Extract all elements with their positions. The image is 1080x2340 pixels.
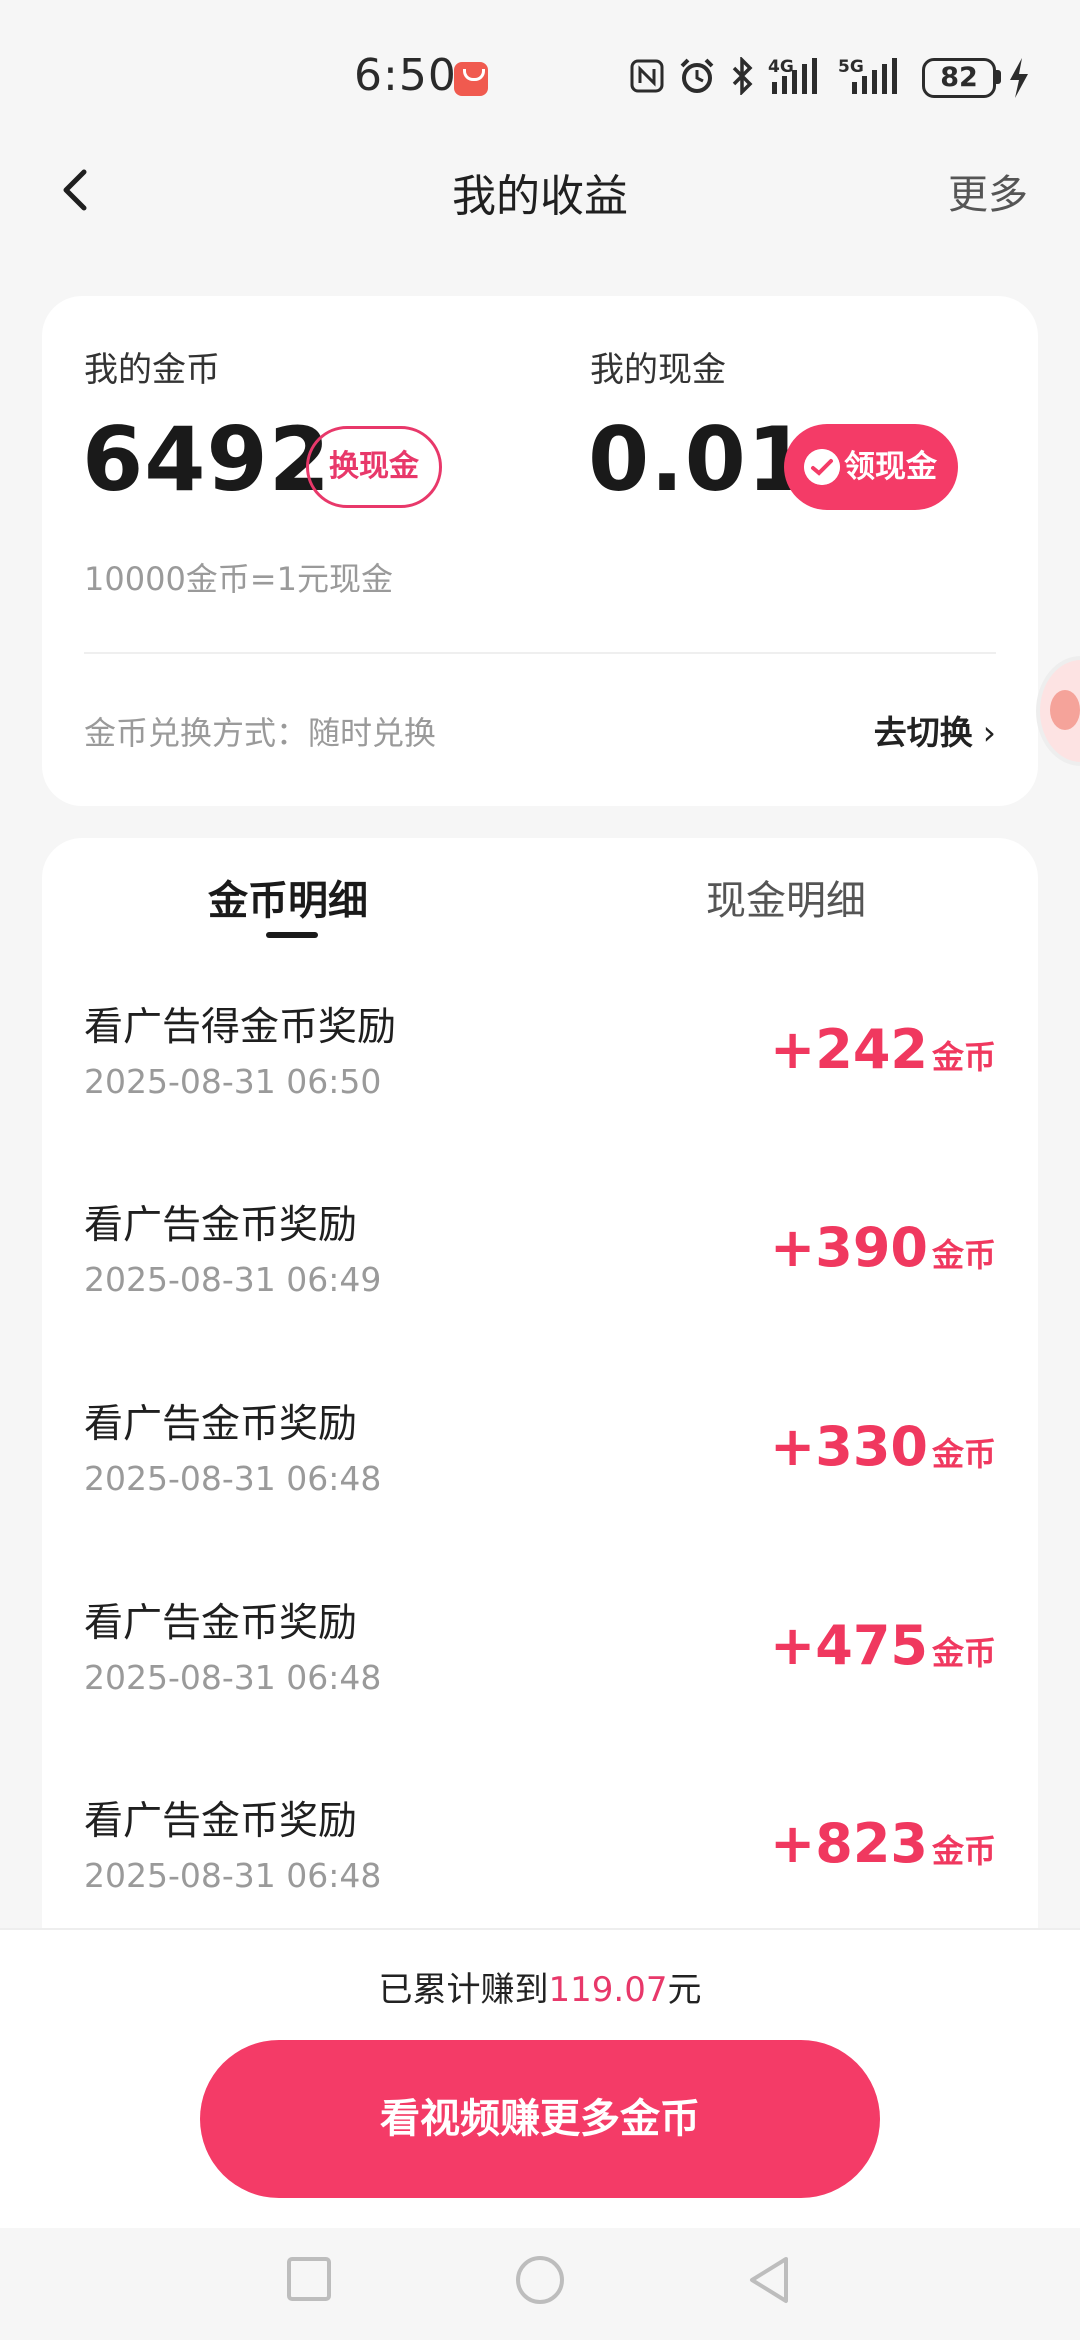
watch-video-button[interactable]: 看视频赚更多金币 [200, 2040, 880, 2198]
total-value: 119.07 [548, 1970, 668, 2010]
list-item: 看广告金币奖励 2025-08-31 06:48 +330 金币 [42, 1393, 1038, 1591]
claim-cash-label: 领现金 [844, 449, 937, 485]
record-amount: +242 金币 [770, 1018, 996, 1081]
tab-indicator [266, 932, 318, 938]
exchange-mode-text: 金币兑换方式：随时兑换 [84, 714, 437, 752]
home-icon[interactable] [514, 2254, 566, 2306]
details-card: 金币明细 现金明细 看广告得金币奖励 2025-08-31 06:50 +242… [42, 838, 1038, 1998]
coins-label: 我的金币 [84, 350, 220, 390]
earnings-card: 我的金币 6492 换现金 我的现金 0.01 领现金 10000金币=1元现金… [42, 296, 1038, 806]
app-notification-icon [454, 62, 488, 96]
record-title: 看广告金币奖励 [84, 1601, 358, 1646]
switch-mode-link[interactable]: 去切换 › [874, 706, 996, 754]
record-title: 看广告金币奖励 [84, 1799, 358, 1844]
record-amount-value: +330 [770, 1415, 928, 1478]
switch-mode-label: 去切换 [873, 713, 973, 752]
record-title: 看广告金币奖励 [84, 1402, 358, 1447]
signal-4g-icon: 4G [768, 57, 817, 94]
top-nav: 我的收益 更多 [0, 130, 1080, 250]
record-amount-unit: 金币 [931, 1038, 996, 1076]
bluetooth-icon [732, 57, 753, 95]
record-amount-unit: 金币 [931, 1832, 996, 1870]
coins-value: 6492 [82, 408, 331, 511]
battery-cap [996, 70, 1001, 84]
system-nav-bar [0, 2228, 1080, 2340]
record-title: 看广告金币奖励 [84, 1203, 358, 1248]
record-amount-value: +390 [770, 1216, 928, 1279]
battery-icon: 82 [922, 58, 996, 98]
charging-bolt-icon [1010, 58, 1028, 98]
earnings-page: { "status_bar": { "time": "6:50", "netwo… [0, 0, 1080, 2340]
record-amount: +475 金币 [770, 1614, 996, 1677]
exchange-cash-button[interactable]: 换现金 [306, 426, 442, 508]
status-time: 6:50 [354, 50, 457, 101]
record-amount-unit: 金币 [931, 1236, 996, 1274]
total-earned-text: 已累计赚到119.07元 [0, 1962, 1080, 2011]
svg-text:5G: 5G [838, 57, 864, 77]
list-item: 看广告金币奖励 2025-08-31 06:48 +475 金币 [42, 1592, 1038, 1790]
cash-value: 0.01 [588, 408, 810, 511]
bottom-panel: 已累计赚到119.07元 看视频赚更多金币 [0, 1928, 1080, 2228]
record-date: 2025-08-31 06:48 [84, 1856, 382, 1895]
record-date: 2025-08-31 06:48 [84, 1658, 382, 1697]
list-item: 看广告金币奖励 2025-08-31 06:49 +390 金币 [42, 1194, 1038, 1392]
wallet-icon [804, 449, 840, 485]
record-date: 2025-08-31 06:48 [84, 1459, 382, 1498]
total-prefix: 已累计赚到 [378, 1970, 549, 2010]
total-suffix: 元 [667, 1970, 702, 2010]
svg-text:4G: 4G [768, 57, 794, 77]
status-bar: 6:50 4G 5G 82 [0, 0, 1080, 130]
signal-5g-icon: 5G [838, 57, 897, 94]
recent-apps-icon[interactable] [284, 2254, 334, 2304]
card-divider [84, 652, 996, 654]
page-title: 我的收益 [452, 171, 628, 222]
nfc-icon [630, 59, 664, 93]
status-icons: 4G 5G [630, 54, 904, 98]
floating-widget[interactable] [1036, 656, 1080, 766]
back-triangle-icon[interactable] [744, 2254, 794, 2306]
record-amount-value: +823 [770, 1812, 928, 1875]
record-date: 2025-08-31 06:50 [84, 1062, 382, 1101]
record-title: 看广告得金币奖励 [84, 1005, 397, 1050]
tab-cash-details[interactable]: 现金明细 [706, 868, 866, 926]
claim-cash-button[interactable]: 领现金 [784, 424, 958, 510]
record-amount-value: +475 [770, 1614, 928, 1677]
exchange-rate-text: 10000金币=1元现金 [84, 560, 393, 598]
record-amount: +823 金币 [770, 1812, 996, 1875]
record-amount-unit: 金币 [931, 1435, 996, 1473]
record-amount-value: +242 [770, 1018, 928, 1081]
alarm-icon [680, 58, 714, 93]
list-item: 看广告得金币奖励 2025-08-31 06:50 +242 金币 [42, 996, 1038, 1194]
cash-label: 我的现金 [590, 350, 726, 390]
record-amount-unit: 金币 [931, 1634, 996, 1672]
record-amount: +330 金币 [770, 1415, 996, 1478]
more-button[interactable]: 更多 [948, 162, 1028, 220]
record-amount: +390 金币 [770, 1216, 996, 1279]
record-date: 2025-08-31 06:49 [84, 1260, 382, 1299]
tab-coin-details[interactable]: 金币明细 [208, 868, 368, 926]
chevron-right-icon: › [982, 713, 996, 752]
